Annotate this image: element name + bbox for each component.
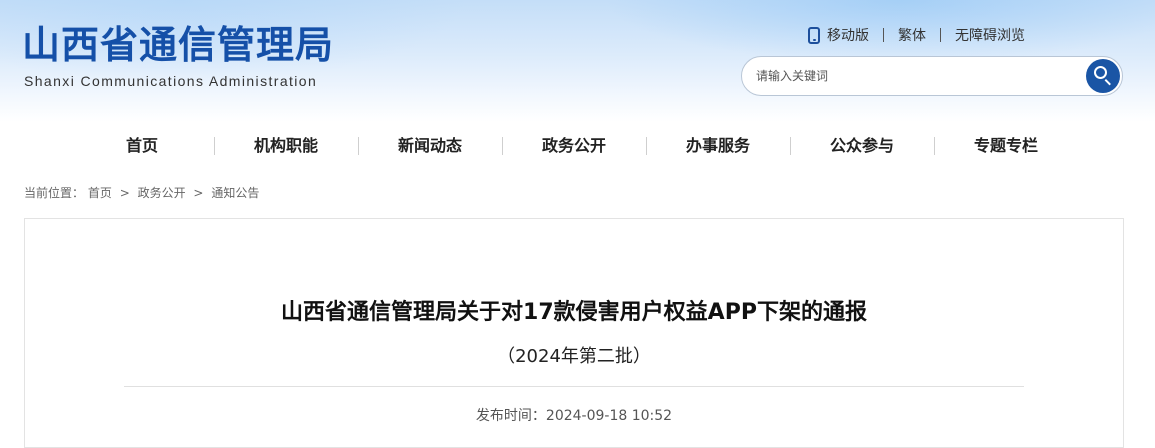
nav-item-public-participation[interactable]: 公众参与 [790, 133, 934, 159]
breadcrumb-separator: > [119, 186, 130, 200]
nav-item-home[interactable]: 首页 [70, 133, 214, 159]
link-divider [940, 28, 941, 42]
mobile-phone-icon[interactable] [808, 26, 820, 44]
breadcrumb-notices[interactable]: 通知公告 [211, 186, 259, 200]
article-title: 山西省通信管理局关于对17款侵害用户权益APP下架的通报 [281, 300, 867, 325]
header-banner: 山西省通信管理局 Shanxi Communications Administr… [0, 0, 1155, 122]
publish-info: 发布时间：2024-09-18 10:52 [0, 405, 1148, 425]
link-divider [883, 28, 884, 42]
nav-item-special-topics[interactable]: 专题专栏 [934, 133, 1078, 159]
breadcrumb-label: 当前位置： [24, 186, 85, 200]
nav-item-functions[interactable]: 机构职能 [214, 133, 358, 159]
breadcrumb: 当前位置： 首页 > 政务公开 > 通知公告 [24, 184, 259, 201]
search-button[interactable] [1086, 59, 1120, 93]
search-input[interactable] [756, 66, 1076, 86]
breadcrumb-government-affairs[interactable]: 政务公开 [138, 186, 186, 200]
article-subtitle: （2024年第二批） [497, 346, 651, 367]
nav-item-services[interactable]: 办事服务 [646, 133, 790, 159]
publish-time: 2024-09-18 10:52 [545, 408, 673, 424]
site-title[interactable]: 山西省通信管理局 [22, 22, 334, 68]
breadcrumb-separator: > [193, 186, 204, 200]
top-links: 移动版 繁体 无障碍浏览 [808, 25, 1025, 45]
nav-item-government-affairs[interactable]: 政务公开 [502, 133, 646, 159]
search-box [741, 56, 1123, 96]
breadcrumb-home[interactable]: 首页 [88, 186, 112, 200]
nav-item-news[interactable]: 新闻动态 [358, 133, 502, 159]
title-divider [124, 386, 1024, 387]
main-nav: 首页 机构职能 新闻动态 政务公开 办事服务 公众参与 专题专栏 [70, 133, 1080, 159]
publish-label: 发布时间： [475, 408, 546, 424]
site-subtitle: Shanxi Communications Administration [24, 73, 318, 89]
mobile-version-link[interactable]: 移动版 [827, 25, 869, 45]
traditional-chinese-link[interactable]: 繁体 [898, 25, 926, 45]
accessibility-link[interactable]: 无障碍浏览 [955, 25, 1025, 45]
